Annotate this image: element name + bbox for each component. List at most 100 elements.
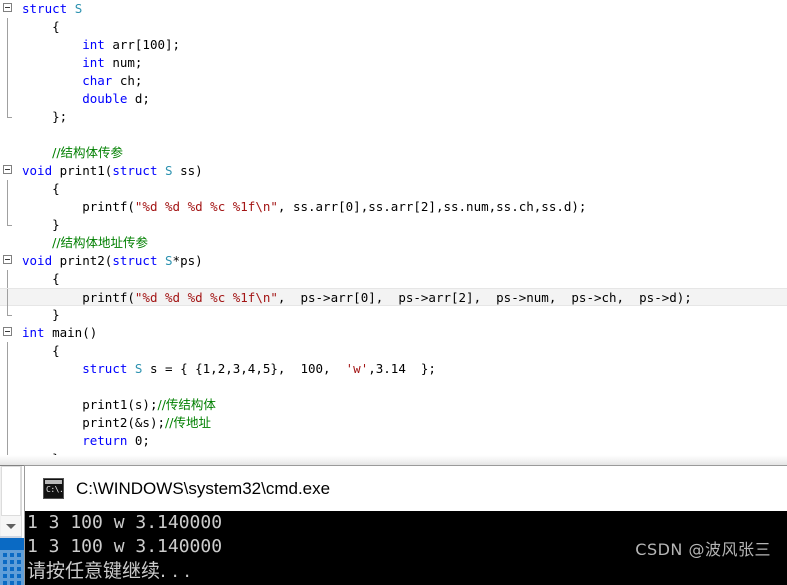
code-token-plain: printf( — [82, 290, 135, 305]
code-line[interactable]: int arr[100]; — [0, 36, 787, 54]
code-line[interactable]: { — [0, 18, 787, 36]
code-line[interactable]: print1(s);//传结构体 — [0, 396, 787, 414]
code-line[interactable]: } — [0, 216, 787, 234]
code-line[interactable]: int num; — [0, 54, 787, 72]
code-token-cmt: //传结构体 — [157, 397, 216, 412]
csdn-watermark: CSDN @波风张三 — [635, 540, 771, 559]
code-line[interactable]: void print2(struct S*ps) — [0, 252, 787, 270]
code-token-plain: ,3.14 }; — [368, 361, 436, 376]
vertical-scrollbar[interactable] — [0, 466, 22, 538]
code-token-pun: { — [52, 343, 60, 358]
code-line-content: struct S — [22, 1, 82, 16]
code-line[interactable]: //结构体地址传参 — [0, 234, 787, 252]
code-token-type: S — [165, 253, 173, 268]
code-line-content: print2(&s);//传地址 — [22, 415, 211, 430]
code-token-type: S — [165, 163, 173, 178]
code-line-content: struct S s = { {1,2,3,4,5}, 100, 'w',3.1… — [22, 361, 436, 376]
code-line-content: int main() — [22, 325, 97, 340]
fold-guide-line — [7, 180, 8, 198]
code-line[interactable]: printf("%d %d %d %c %1f\n", ps->arr[0], … — [0, 288, 787, 307]
code-line[interactable] — [0, 378, 787, 396]
console-output-line: 请按任意键继续. . . — [27, 560, 191, 582]
code-token-kw: int — [82, 55, 105, 70]
code-editor-pane[interactable]: struct S { int arr[100]; int num; char c… — [0, 0, 787, 466]
code-line[interactable] — [0, 126, 787, 144]
code-line[interactable]: { — [0, 342, 787, 360]
code-token-plain: 0; — [127, 433, 150, 448]
code-token-pun: } — [52, 217, 60, 232]
code-line-content: printf("%d %d %d %c %1f\n", ss.arr[0],ss… — [22, 199, 586, 214]
code-token-plain: print2( — [52, 253, 113, 268]
chevron-down-icon — [6, 524, 16, 529]
code-line[interactable]: char ch; — [0, 72, 787, 90]
code-token-pun: { — [52, 181, 60, 196]
code-line[interactable]: double d; — [0, 90, 787, 108]
code-line[interactable]: struct S s = { {1,2,3,4,5}, 100, 'w',3.1… — [0, 360, 787, 378]
code-token-plain: printf( — [82, 199, 135, 214]
code-line-content: }; — [22, 109, 67, 124]
code-line-content: //结构体地址传参 — [22, 235, 148, 250]
console-output-line: 1 3 100 w 3.140000 — [27, 512, 223, 533]
code-token-cmt: //传地址 — [165, 415, 211, 430]
code-token-kw: char — [82, 73, 113, 88]
fold-guide-line — [7, 414, 8, 432]
fold-guide-line — [7, 342, 8, 360]
code-line[interactable]: struct S — [0, 0, 787, 18]
fold-collapse-icon[interactable] — [3, 3, 12, 12]
scrollbar-thumb[interactable] — [1, 466, 21, 516]
cmd-console-window[interactable]: C:\. C:\WINDOWS\system32\cmd.exe 1 3 100… — [25, 466, 787, 585]
code-token-kw: void — [22, 253, 53, 268]
console-title-text: C:\WINDOWS\system32\cmd.exe — [76, 478, 331, 498]
code-token-plain: s = { {1,2,3,4,5}, 100, — [142, 361, 346, 376]
code-line[interactable]: return 0; — [0, 432, 787, 450]
code-line[interactable]: { — [0, 270, 787, 288]
code-token-plain: *ps) — [172, 253, 203, 268]
code-token-cmt: //结构体传参 — [52, 145, 124, 160]
fold-guide-end — [7, 306, 12, 316]
fold-guide-line — [7, 378, 8, 396]
code-token-pun: { — [52, 19, 60, 34]
code-line[interactable]: { — [0, 180, 787, 198]
code-line-content: printf("%d %d %d %c %1f\n", ps->arr[0], … — [22, 290, 692, 305]
code-line-content: { — [22, 271, 60, 286]
code-token-kw: void — [22, 163, 53, 178]
code-line[interactable]: void print1(struct S ss) — [0, 162, 787, 180]
code-token-pun: { — [52, 271, 60, 286]
code-line[interactable]: }; — [0, 108, 787, 126]
code-token-plain: print1( — [52, 163, 113, 178]
code-line[interactable]: } — [0, 306, 787, 324]
fold-guide-line — [7, 54, 8, 72]
cmd-icon-titlebar-stripe — [45, 480, 62, 484]
code-line-content: char ch; — [22, 73, 142, 88]
fold-guide-line — [7, 270, 8, 288]
code-token-kw: struct — [112, 253, 158, 268]
code-token-kw: double — [82, 91, 128, 106]
editor-horizontal-scrollbar[interactable] — [0, 455, 787, 466]
code-line-content: } — [22, 217, 60, 232]
fold-guide-line — [7, 360, 8, 378]
scroll-down-arrow[interactable] — [1, 516, 21, 536]
code-line-content: { — [22, 181, 60, 196]
code-token-plain: ss) — [172, 163, 203, 178]
console-title-bar[interactable]: C:\. C:\WINDOWS\system32\cmd.exe — [25, 466, 787, 511]
code-line[interactable]: int main() — [0, 324, 787, 342]
code-token-plain: , ps->arr[0], ps->arr[2], ps->num, ps->c… — [277, 290, 692, 305]
code-line[interactable]: print2(&s);//传地址 — [0, 414, 787, 432]
fold-collapse-icon[interactable] — [3, 255, 12, 264]
fold-collapse-icon[interactable] — [3, 165, 12, 174]
fold-guide-line — [7, 18, 8, 36]
cmd-icon-prompt-glyph: C:\. — [46, 485, 64, 494]
fold-guide-line — [7, 289, 8, 307]
code-line[interactable]: printf("%d %d %d %c %1f\n", ss.arr[0],ss… — [0, 198, 787, 216]
windows-taskbar-sliver[interactable] — [0, 538, 25, 585]
fold-collapse-icon[interactable] — [3, 327, 12, 336]
fold-guide-end — [7, 216, 12, 226]
code-line-content: } — [22, 307, 60, 322]
code-token-kw: struct — [22, 1, 68, 16]
code-line[interactable]: //结构体传参 — [0, 144, 787, 162]
code-text-area[interactable]: struct S { int arr[100]; int num; char c… — [0, 0, 787, 466]
code-token-pun: }; — [52, 109, 68, 124]
code-line-content: void print2(struct S*ps) — [22, 253, 203, 268]
code-token-plain: main() — [44, 325, 98, 340]
code-line-content: double d; — [22, 91, 150, 106]
